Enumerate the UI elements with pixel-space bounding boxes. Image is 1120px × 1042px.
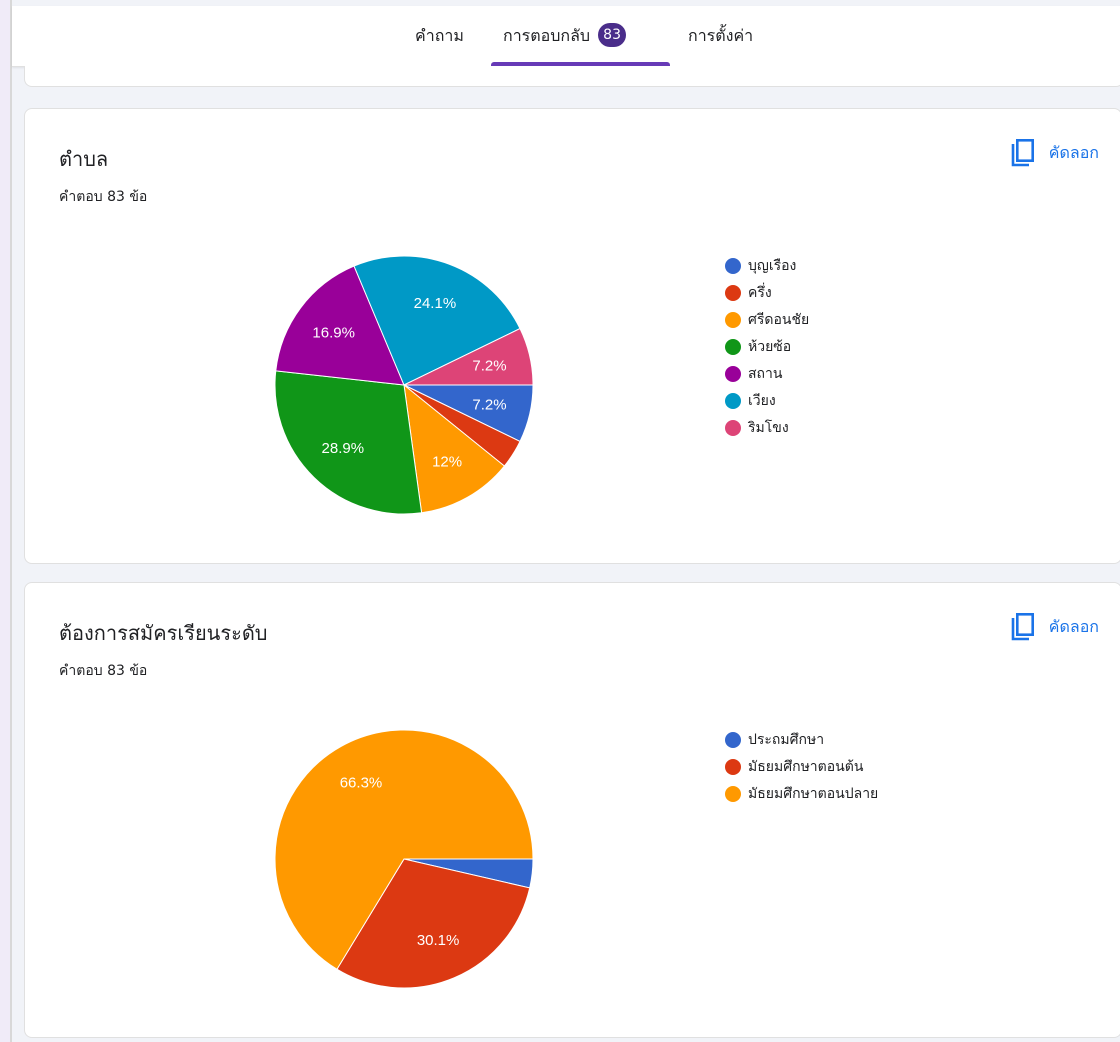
legend-swatch <box>725 392 741 409</box>
legend-item[interactable]: มัธยมศึกษาตอนต้น <box>725 753 878 780</box>
tab-responses-label: การตอบกลับ <box>503 26 591 45</box>
legend-label: บุญเรือง <box>748 257 797 274</box>
slice-percent-label: 30.1% <box>417 932 460 949</box>
slice-percent-label: 28.9% <box>322 440 365 457</box>
legend-swatch <box>725 257 741 274</box>
question-summary-card: ต้องการสมัครเรียนระดับ คำตอบ 83 ข้อ คัดล… <box>24 582 1120 1038</box>
legend-swatch <box>725 731 741 748</box>
slice-percent-label: 7.2% <box>472 357 506 374</box>
pie-chart: 7.2% 12% 28.9% 16.9% 24.1% 7.2% <box>274 255 534 515</box>
question-summary-card: ตำบล คำตอบ 83 ข้อ คัดลอก 7.2% 12% 28.9% 16.… <box>24 108 1120 564</box>
legend-label: ประถมศึกษา <box>748 731 825 748</box>
copy-chart-button[interactable]: คัดลอก <box>1009 135 1099 171</box>
legend-label: มัธยมศึกษาตอนต้น <box>748 758 864 775</box>
tab-questions[interactable]: คำถาม <box>415 6 464 66</box>
legend-item[interactable]: ครึ่ง <box>725 279 809 306</box>
legend-swatch <box>725 284 741 301</box>
previous-card-bottom <box>24 66 1120 87</box>
slice-percent-label: 7.2% <box>472 397 506 414</box>
question-title: ตำบล <box>59 147 109 171</box>
legend-item[interactable]: บุญเรือง <box>725 252 809 279</box>
legend-label: ริมโขง <box>748 419 789 436</box>
legend-swatch <box>725 338 741 355</box>
legend-item[interactable]: ริมโขง <box>725 414 809 441</box>
legend-swatch <box>725 758 741 775</box>
tab-settings[interactable]: การตั้งค่า <box>688 6 753 66</box>
legend-label: มัธยมศึกษาตอนปลาย <box>748 785 879 802</box>
slice-percent-label: 12% <box>432 453 462 470</box>
legend-swatch <box>725 311 741 328</box>
tab-settings-label: การตั้งค่า <box>688 26 754 45</box>
top-tab-bar: คำถาม การตอบกลับ 83 การตั้งค่า <box>12 6 1120 67</box>
copy-icon <box>1011 612 1034 641</box>
legend-swatch <box>725 365 741 382</box>
tab-responses[interactable]: การตอบกลับ 83 <box>503 6 627 66</box>
legend-label: ห้วยซ้อ <box>748 338 792 355</box>
copy-label: คัดลอก <box>1048 616 1099 636</box>
legend-label: ศรีดอนชัย <box>748 311 810 328</box>
question-title: ต้องการสมัครเรียนระดับ <box>59 621 268 645</box>
legend-item[interactable]: ประถมศึกษา <box>725 726 878 753</box>
slice-percent-label: 24.1% <box>414 295 457 312</box>
responses-page: คำถาม การตอบกลับ 83 การตั้งค่า ตำบล คำตอบ… <box>10 0 1120 1042</box>
response-count-badge: 83 <box>598 22 627 47</box>
legend-item[interactable]: สถาน <box>725 360 809 387</box>
legend-item[interactable]: ห้วยซ้อ <box>725 333 809 360</box>
copy-icon <box>1011 138 1034 167</box>
slice-percent-label: 16.9% <box>312 325 355 342</box>
legend-item[interactable]: มัธยมศึกษาตอนปลาย <box>725 780 878 807</box>
copy-label: คัดลอก <box>1048 142 1099 162</box>
copy-chart-button[interactable]: คัดลอก <box>1009 609 1099 645</box>
legend-label: สถาน <box>748 365 783 382</box>
legend-label: เวียง <box>748 392 776 409</box>
chart-legend: ประถมศึกษามัธยมศึกษาตอนต้นมัธยมศึกษาตอนป… <box>725 726 878 807</box>
legend-swatch <box>725 419 741 436</box>
legend-swatch <box>725 785 741 802</box>
legend-label: ครึ่ง <box>748 284 772 301</box>
tab-questions-label: คำถาม <box>415 26 464 45</box>
response-count: คำตอบ 83 ข้อ <box>59 663 148 679</box>
legend-item[interactable]: เวียง <box>725 387 809 414</box>
response-count: คำตอบ 83 ข้อ <box>59 189 148 205</box>
pie-chart: 30.1% 66.3% <box>274 729 534 989</box>
legend-item[interactable]: ศรีดอนชัย <box>725 306 809 333</box>
chart-legend: บุญเรืองครึ่งศรีดอนชัยห้วยซ้อสถานเวียงริ… <box>725 252 809 441</box>
slice-percent-label: 66.3% <box>340 775 383 792</box>
